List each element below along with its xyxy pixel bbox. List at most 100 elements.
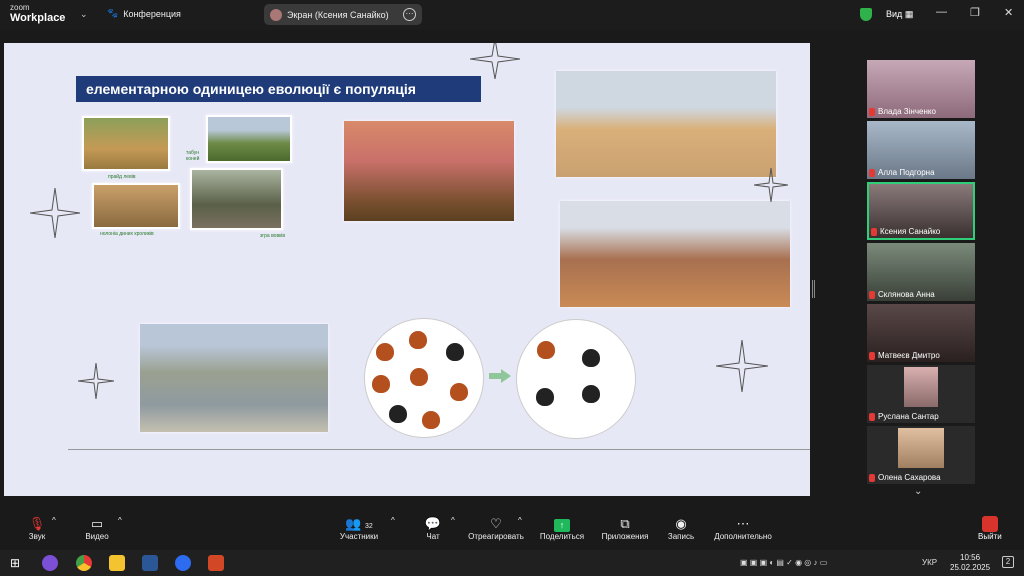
tray-apps-icons[interactable]: ▣ ▣ ▣ ◐ ▤ ✓ ◉ ◎ ♪ ▭	[740, 558, 827, 567]
language-indicator[interactable]: УКР	[922, 558, 937, 567]
record-icon: ◉	[675, 516, 687, 531]
chat-icon: 💬	[424, 516, 442, 531]
file-explorer-icon[interactable]	[109, 555, 125, 571]
share-screen-label: Экран (Ксения Санайко)	[287, 9, 389, 20]
share-label: Поделиться	[539, 532, 585, 541]
video-chevron-icon[interactable]: ^	[118, 516, 122, 525]
view-button[interactable]: Вид ▦	[886, 9, 913, 20]
participant-name: Алла Подгорна	[878, 168, 935, 177]
avatar	[898, 428, 944, 468]
conference-button[interactable]: 🐾 Конференция	[107, 8, 181, 19]
chrome-icon[interactable]	[76, 555, 92, 571]
squirrel-black	[582, 349, 600, 367]
sparkle-icon	[470, 43, 520, 79]
squirrel-black	[536, 388, 554, 406]
paw-icon: 🐾	[107, 8, 119, 18]
population-circle-after	[516, 319, 636, 439]
video-label: Видео	[85, 532, 109, 541]
participant-name: Олена Сахарова	[878, 473, 941, 482]
leave-icon	[981, 516, 998, 532]
view-label: Вид	[886, 9, 903, 19]
slide-divider	[68, 449, 810, 450]
clock[interactable]: 10:56 25.02.2025	[950, 553, 990, 573]
conference-label: Конференция	[123, 8, 181, 19]
participant-tile[interactable]: Алла Подгорна	[867, 121, 975, 179]
wolves-image	[190, 168, 283, 230]
avatar	[904, 367, 938, 407]
participants-button[interactable]: 👥 32 Участники	[336, 516, 382, 541]
sparkle-icon	[78, 363, 114, 399]
audio-chevron-icon[interactable]: ^	[52, 516, 56, 525]
react-chevron-icon[interactable]: ^	[518, 516, 522, 525]
mic-muted-icon	[871, 227, 877, 236]
mic-muted-icon	[869, 290, 875, 299]
share-button[interactable]: ↑ Поделиться	[538, 516, 586, 541]
participant-tile[interactable]: Руслана Сантар	[867, 365, 975, 423]
shield-icon[interactable]	[860, 8, 872, 21]
participants-icon: 👥	[345, 516, 362, 531]
caption-wolves: згра вовків	[260, 233, 286, 239]
share-screen-icon: ↑	[554, 519, 570, 532]
zoom-app-icon[interactable]	[175, 555, 191, 571]
mic-muted-icon	[869, 473, 875, 482]
more-icon: ⋯	[736, 516, 750, 531]
participants-chevron-icon[interactable]: ^	[391, 516, 395, 525]
participant-tile[interactable]: Влада Зінченко	[867, 60, 975, 118]
audio-button[interactable]: 🎙 Звук	[22, 516, 52, 541]
video-button[interactable]: ▭ Видео	[82, 516, 112, 541]
record-button[interactable]: ◉ Запись	[666, 516, 696, 541]
clock-date: 25.02.2025	[950, 563, 991, 572]
audio-label: Звук	[28, 532, 46, 541]
rabbits-image	[92, 183, 180, 229]
squirrel-brown	[450, 383, 468, 401]
video-icon: ▭	[90, 516, 104, 531]
squirrel-black	[446, 343, 464, 361]
caption-lions: прайд левів	[108, 174, 136, 180]
squirrel-brown	[537, 341, 555, 359]
mic-muted-icon	[869, 107, 875, 116]
zebras-image	[140, 324, 328, 432]
chevron-down-icon[interactable]: ⌄	[914, 486, 922, 497]
more-button[interactable]: ⋯ Дополнительно	[712, 516, 774, 541]
mic-muted-icon	[869, 412, 875, 421]
close-icon[interactable]: ✕	[1004, 6, 1013, 19]
participant-name: Влада Зінченко	[878, 107, 936, 116]
powerpoint-icon[interactable]	[208, 555, 224, 571]
participant-tile[interactable]: Матвеєв Дмитро	[867, 304, 975, 362]
apps-button[interactable]: ⧉ Приложения	[600, 516, 650, 541]
windows-start-icon[interactable]: ⊞	[10, 556, 23, 570]
participant-name: Склянова Анна	[878, 290, 935, 299]
zoom-logo: zoom Workplace	[10, 3, 65, 24]
participant-tile[interactable]: Олена Сахарова	[867, 426, 975, 484]
meeting-toolbar: 🎙 Звук ^ ▭ Видео ^ 👥 32 Участники ^ 💬 Ча…	[0, 510, 1024, 550]
share-screen-pill[interactable]: Экран (Ксения Санайко) ···	[264, 4, 422, 25]
participant-name: Ксения Санайко	[880, 227, 941, 236]
chevron-down-icon[interactable]: ⌄	[80, 9, 88, 20]
leave-button[interactable]: Выйти	[978, 516, 1002, 541]
viber-icon[interactable]	[42, 555, 58, 571]
word-icon[interactable]	[142, 555, 158, 571]
squirrel-brown	[376, 343, 394, 361]
top-bar: zoom Workplace ⌄ 🐾 Конференция Экран (Кс…	[0, 0, 1024, 30]
participant-tile-active[interactable]: Ксения Санайко	[867, 182, 975, 240]
notification-badge[interactable]: 2	[1002, 556, 1014, 568]
slide-title: елементарною одиницею еволюції є популяц…	[76, 76, 481, 102]
apps-label: Приложения	[601, 532, 649, 541]
chat-chevron-icon[interactable]: ^	[451, 516, 455, 525]
participant-name: Матвеєв Дмитро	[878, 351, 940, 360]
leave-label: Выйти	[978, 532, 1002, 541]
participant-tile[interactable]: Склянова Анна	[867, 243, 975, 301]
mic-muted-icon	[869, 168, 875, 177]
caption-horses: табун коней	[186, 150, 200, 162]
resize-handle[interactable]	[812, 280, 815, 298]
view-grid-icon: ▦	[904, 9, 914, 19]
chat-button[interactable]: 💬 Чат	[421, 516, 445, 541]
restore-icon[interactable]: ❐	[970, 6, 980, 19]
participants-label: Участники	[339, 532, 379, 541]
more-options-icon[interactable]: ···	[403, 8, 416, 21]
squirrel-black	[389, 405, 407, 423]
minimize-icon[interactable]: —	[936, 6, 947, 18]
squirrel-brown	[410, 368, 428, 386]
horses-image	[206, 115, 292, 163]
react-button[interactable]: ♡ Отреагировать	[466, 516, 526, 541]
